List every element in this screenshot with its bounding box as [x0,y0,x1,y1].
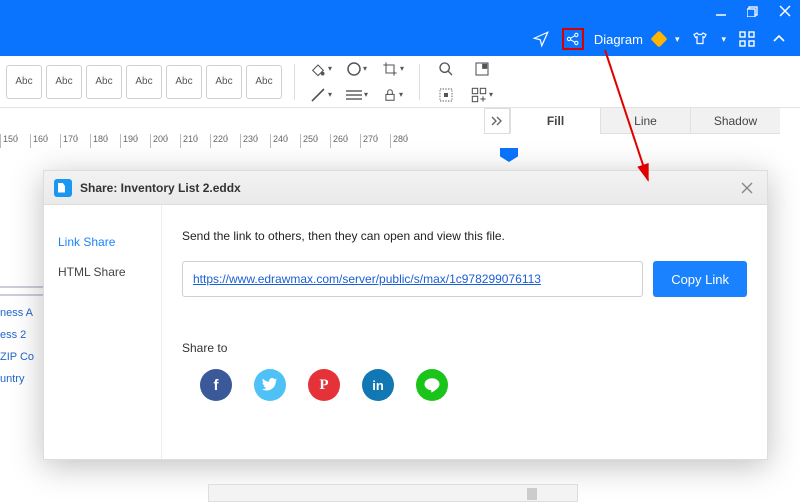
ruler-tick: 210 [180,134,210,148]
send-icon[interactable] [530,28,552,50]
minimize-button[interactable] [714,4,728,18]
crop-icon[interactable]: ▾ [379,58,407,80]
link-row: https://www.edrawmax.com/server/public/s… [182,261,747,297]
restore-button[interactable] [746,4,760,18]
text-style-button[interactable]: Abc [86,65,122,99]
share-dialog: Share: Inventory List 2.eddx Link Share … [43,170,768,460]
ruler-tick: 270 [360,134,390,148]
ruler-tick: 200 [150,134,180,148]
ruler-tick: 220 [210,134,240,148]
ruler-tick: 150 [0,134,30,148]
ruler-tick: 190 [120,134,150,148]
expand-panel-button[interactable] [484,108,510,134]
ruler-tick: 260 [330,134,360,148]
diamond-icon [650,31,667,48]
social-buttons: f P in [182,369,747,401]
ruler-tick: 240 [270,134,300,148]
sidebar-item-link-share[interactable]: Link Share [44,227,161,257]
property-tabs: Fill Line Shadow [510,108,800,134]
text-style-button[interactable]: Abc [6,65,42,99]
lock-icon[interactable]: ▾ [379,84,407,106]
share-url-field[interactable]: https://www.edrawmax.com/server/public/s… [182,261,643,297]
dialog-header: Share: Inventory List 2.eddx [44,171,767,205]
tab-shadow[interactable]: Shadow [690,108,780,134]
horizontal-scrollbar[interactable] [208,484,578,502]
line-style-icon[interactable]: ▾ [343,84,371,106]
share-icon[interactable] [562,28,584,50]
dialog-title: Share: Inventory List 2.eddx [80,181,241,195]
clipped-text: untry [0,368,45,390]
view-tools-group: ▾ [432,58,496,106]
ruler-tick: 280 [390,134,420,148]
dialog-main: Send the link to others, then they can o… [162,205,767,459]
shape-tools-group: ▾ ▾ ▾ ▾ ▾ ▾ [307,58,407,106]
share-description: Send the link to others, then they can o… [182,229,747,243]
text-style-button[interactable]: Abc [126,65,162,99]
text-style-group: Abc Abc Abc Abc Abc Abc Abc [6,65,282,99]
ruler-tick: 250 [300,134,330,148]
toolbar-divider [419,64,420,100]
text-style-button[interactable]: Abc [166,65,202,99]
copy-link-button[interactable]: Copy Link [653,261,747,297]
dropdown-caret-icon[interactable]: ▾ [675,34,680,45]
add-shape-icon[interactable]: ▾ [468,84,496,106]
dialog-close-button[interactable] [737,178,757,198]
facebook-icon[interactable]: f [200,369,232,401]
clipped-text: ness A [0,302,45,324]
line-icon[interactable] [416,369,448,401]
pinterest-icon[interactable]: P [308,369,340,401]
document-type-label: Diagram [594,32,643,47]
share-to-label: Share to [182,341,747,355]
titlebar-actions: Diagram ▾ ▾ [530,28,790,50]
text-style-button[interactable]: Abc [206,65,242,99]
dropdown-caret-icon[interactable]: ▾ [721,34,726,45]
clipped-text: ess 2 [0,324,45,346]
text-style-button[interactable]: Abc [46,65,82,99]
clipped-text: ZIP Co [0,346,45,368]
app-logo-icon [54,179,72,197]
linkedin-icon[interactable]: in [362,369,394,401]
toolbar: Abc Abc Abc Abc Abc Abc Abc ▾ ▾ ▾ ▾ ▾ ▾ … [0,56,800,108]
dialog-body: Link Share HTML Share Send the link to o… [44,205,767,459]
ruler-tick: 160 [30,134,60,148]
dialog-sidebar: Link Share HTML Share [44,205,162,459]
tab-line[interactable]: Line [600,108,690,134]
properties-icon[interactable] [468,58,496,80]
tshirt-icon[interactable] [689,28,711,50]
ruler-tick: 170 [60,134,90,148]
select-icon[interactable] [432,84,460,106]
canvas-clipped-text: ness A ess 2 ZIP Co untry [0,280,45,390]
ruler-tick: 180 [90,134,120,148]
line-icon[interactable]: ▾ [307,84,335,106]
fill-icon[interactable]: ▾ [307,58,335,80]
ruler-marker[interactable] [500,148,518,162]
close-button[interactable] [778,4,792,18]
tab-fill[interactable]: Fill [510,108,600,134]
search-icon[interactable] [432,58,460,80]
title-bar: Diagram ▾ ▾ [0,0,800,56]
ruler-tick: 230 [240,134,270,148]
shape-icon[interactable]: ▾ [343,58,371,80]
twitter-icon[interactable] [254,369,286,401]
collapse-ribbon-icon[interactable] [768,28,790,50]
apps-icon[interactable] [736,28,758,50]
window-controls [714,4,792,18]
toolbar-divider [294,64,295,100]
sidebar-item-html-share[interactable]: HTML Share [44,257,161,287]
ruler: 150 160 170 180 190 200 210 220 230 240 … [0,134,510,154]
text-style-button[interactable]: Abc [246,65,282,99]
